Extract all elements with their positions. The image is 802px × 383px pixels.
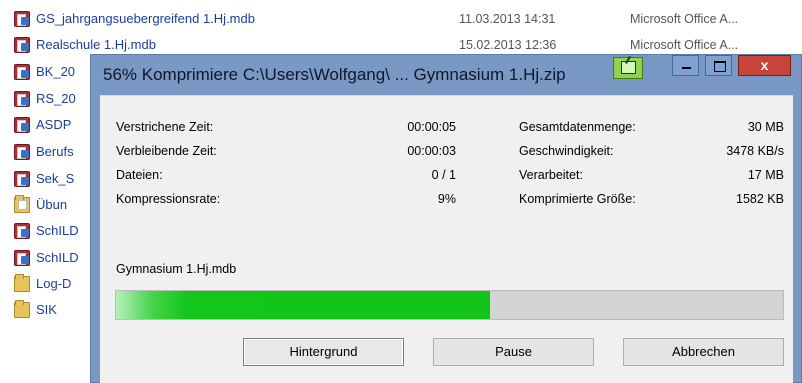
access-db-icon: [14, 171, 30, 187]
remaining-time-label: Verbleibende Zeit:: [116, 144, 217, 158]
access-db-icon: [14, 250, 30, 266]
compressed-size-value: 1582 KB: [736, 192, 784, 206]
cancel-button[interactable]: Abbrechen: [623, 338, 784, 366]
file-date: 15.02.2013 12:36: [459, 38, 557, 52]
file-row[interactable]: GS_jahrgangsuebergreifend 1.Hj.mdb 11.03…: [0, 8, 802, 30]
file-name: Realschule 1.Hj.mdb: [36, 37, 156, 52]
folder-name: Übun: [36, 197, 68, 212]
file-type: Microsoft Office A...: [630, 12, 739, 26]
file-name: SchILD: [36, 223, 79, 238]
file-name: Sek_S: [36, 171, 75, 186]
elapsed-time-value: 00:00:05: [407, 120, 456, 134]
folder-icon: [14, 274, 30, 292]
close-button[interactable]: x: [738, 55, 791, 76]
speed-value: 3478 KB/s: [726, 144, 784, 158]
background-button[interactable]: Hintergrund: [243, 338, 404, 366]
file-name: BK_20: [36, 64, 76, 79]
folder-name: SIK: [36, 302, 57, 317]
compression-rate-label: Kompressionsrate:: [116, 192, 221, 206]
compressed-size-label: Komprimierte Größe:: [519, 192, 636, 206]
file-name: ASDP: [36, 117, 72, 132]
folder-icon: [14, 300, 30, 318]
access-db-icon: [14, 11, 30, 27]
current-file-name: Gymnasium 1.Hj.mdb: [116, 262, 237, 276]
dialog-title: 56% Komprimiere C:\Users\Wolfgang\ ... G…: [103, 65, 566, 84]
access-db-icon: [14, 223, 30, 239]
files-value: 0 / 1: [431, 168, 456, 182]
total-size-label: Gesamtdatenmenge:: [519, 120, 636, 134]
access-db-icon: [14, 144, 30, 160]
file-name: Berufs: [36, 144, 74, 159]
processed-value: 17 MB: [747, 168, 784, 182]
maximize-button[interactable]: [705, 55, 732, 76]
file-name: SchILD: [36, 250, 79, 265]
progress-bar: [115, 290, 784, 320]
total-size-value: 30 MB: [747, 120, 784, 134]
files-label: Dateien:: [116, 168, 163, 182]
access-db-icon: [14, 117, 30, 133]
pause-button[interactable]: Pause: [433, 338, 594, 366]
compression-rate-value: 9%: [437, 192, 456, 206]
file-date: 11.03.2013 14:31: [459, 12, 556, 26]
access-db-icon: [14, 64, 30, 80]
progress-bar-fill: [116, 291, 490, 319]
minimize-button[interactable]: [672, 55, 699, 76]
dialog-titlebar[interactable]: 56% Komprimiere C:\Users\Wolfgang\ ... G…: [91, 55, 801, 95]
access-db-icon: [14, 37, 30, 53]
folder-icon: [14, 195, 30, 213]
dialog-body: Verstrichene Zeit: 00:00:05 Verbleibende…: [100, 95, 793, 383]
compression-progress-dialog: 56% Komprimiere C:\Users\Wolfgang\ ... G…: [90, 54, 802, 383]
access-db-icon: [14, 91, 30, 107]
file-type: Microsoft Office A...: [630, 38, 739, 52]
file-row[interactable]: Realschule 1.Hj.mdb 15.02.2013 12:36 Mic…: [0, 34, 802, 56]
speed-label: Geschwindigkeit:: [519, 144, 614, 158]
elapsed-time-label: Verstrichene Zeit:: [116, 120, 214, 134]
upload-icon[interactable]: [613, 57, 643, 79]
file-name: GS_jahrgangsuebergreifend 1.Hj.mdb: [36, 11, 255, 26]
file-name: RS_20: [36, 91, 76, 106]
folder-name: Log-D: [36, 276, 72, 291]
processed-label: Verarbeitet:: [519, 168, 583, 182]
remaining-time-value: 00:00:03: [407, 144, 456, 158]
